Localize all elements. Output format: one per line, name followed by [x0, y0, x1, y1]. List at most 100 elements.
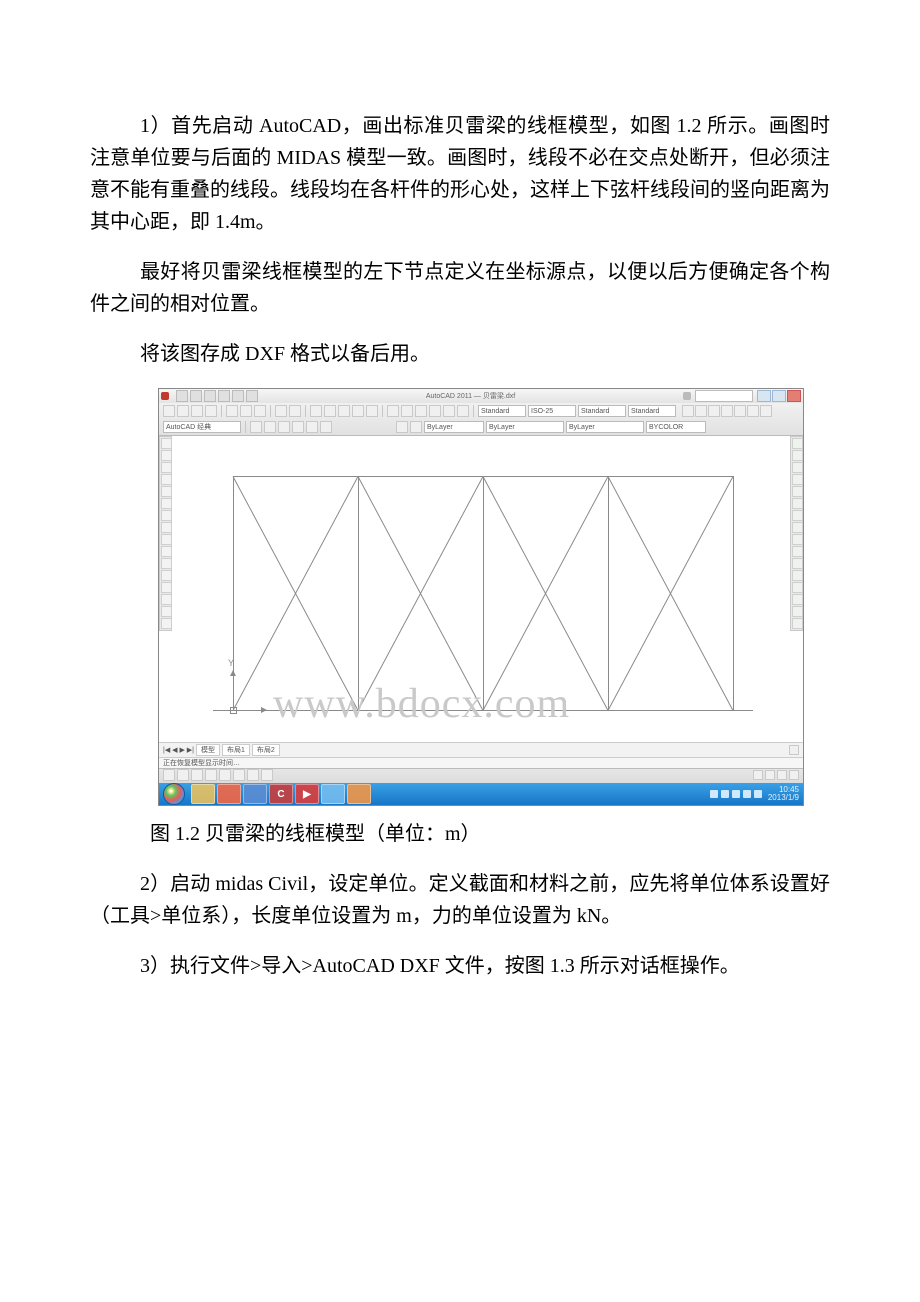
draw-line-icon[interactable] [161, 438, 172, 449]
qat-undo-icon[interactable] [218, 390, 230, 402]
tool-layers-icon[interactable] [387, 405, 399, 417]
tool-plot-icon[interactable] [205, 405, 217, 417]
tool-props-icon[interactable] [366, 405, 378, 417]
tool-save-icon[interactable] [191, 405, 203, 417]
layer-freeze-icon[interactable] [306, 421, 318, 433]
draw-hatch-icon[interactable] [161, 534, 172, 545]
draw-block-icon[interactable] [161, 582, 172, 593]
task-app-orange-icon[interactable] [347, 784, 371, 804]
mod-move-icon[interactable] [792, 498, 803, 509]
tool-paste-icon[interactable] [254, 405, 266, 417]
status-modelspace-icon[interactable] [753, 770, 763, 780]
mod-fillet-icon[interactable] [792, 594, 803, 605]
layer-state-icon[interactable] [278, 421, 290, 433]
status-polar-icon[interactable] [205, 769, 217, 781]
tool-cut-icon[interactable] [226, 405, 238, 417]
draw-ellipse-icon[interactable] [161, 510, 172, 521]
status-ortho-icon[interactable] [191, 769, 203, 781]
tool-redo-icon[interactable] [289, 405, 301, 417]
tool-hatch-icon[interactable] [443, 405, 455, 417]
ann-tool-1-icon[interactable] [682, 405, 694, 417]
taskbar-clock[interactable]: 10:45 2013/1/9 [768, 786, 799, 803]
qat-new-icon[interactable] [176, 390, 188, 402]
ann-tool-2-icon[interactable] [695, 405, 707, 417]
tool-zoom-icon[interactable] [324, 405, 336, 417]
infocenter-search[interactable] [695, 390, 753, 402]
mod-array-icon[interactable] [792, 486, 803, 497]
status-annoscale-icon[interactable] [765, 770, 775, 780]
mod-break-icon[interactable] [792, 570, 803, 581]
plotstyle-dropdown[interactable]: BYCOLOR [646, 421, 706, 433]
mod-explode-icon[interactable] [792, 618, 803, 629]
status-dyn-icon[interactable] [247, 769, 259, 781]
task-app-blue-icon[interactable] [321, 784, 345, 804]
layer-icon[interactable] [250, 421, 262, 433]
layer-lock-icon[interactable] [320, 421, 332, 433]
tab-layout1[interactable]: 布局1 [222, 744, 250, 756]
tab-model[interactable]: 模型 [196, 744, 220, 756]
text-style-dropdown[interactable]: Standard [478, 405, 526, 417]
mod-scale-icon[interactable] [792, 522, 803, 533]
dim-style-dropdown[interactable]: ISO-25 [528, 405, 576, 417]
status-snap-icon[interactable] [163, 769, 175, 781]
draw-table-icon[interactable] [161, 606, 172, 617]
task-firefox-icon[interactable] [217, 784, 241, 804]
tab-nav-buttons[interactable]: |◀ ◀ ▶ ▶| [163, 746, 194, 754]
tray-volume-icon[interactable] [732, 790, 740, 798]
tab-layout2[interactable]: 布局2 [252, 744, 280, 756]
status-otrack-icon[interactable] [233, 769, 245, 781]
draw-mline-icon[interactable] [161, 618, 172, 629]
tray-network-icon[interactable] [721, 790, 729, 798]
ann-tool-7-icon[interactable] [760, 405, 772, 417]
status-cleanscreen-icon[interactable] [789, 770, 799, 780]
tool-dim-icon[interactable] [401, 405, 413, 417]
status-lwt-icon[interactable] [261, 769, 273, 781]
color-swatch-icon[interactable] [396, 421, 408, 433]
ann-tool-6-icon[interactable] [747, 405, 759, 417]
tray-flag-icon[interactable] [743, 790, 751, 798]
draw-point-icon[interactable] [161, 546, 172, 557]
draw-polygon-icon[interactable] [161, 462, 172, 473]
qat-plot-icon[interactable] [246, 390, 258, 402]
tool-block-icon[interactable] [429, 405, 441, 417]
layer-prev-icon[interactable] [264, 421, 276, 433]
mod-extend-icon[interactable] [792, 558, 803, 569]
tool-zoom-extents-icon[interactable] [352, 405, 364, 417]
tool-pan-icon[interactable] [310, 405, 322, 417]
mod-copy-icon[interactable] [792, 450, 803, 461]
lineweight-dropdown[interactable]: ByLayer [566, 421, 644, 433]
command-line[interactable]: 正在恢复模型显示时间… [159, 757, 803, 768]
tool-text-icon[interactable] [415, 405, 427, 417]
mod-rotate-icon[interactable] [792, 510, 803, 521]
qat-redo-icon[interactable] [232, 390, 244, 402]
tool-copy-icon[interactable] [240, 405, 252, 417]
draw-arc-icon[interactable] [161, 486, 172, 497]
task-explorer-icon[interactable] [191, 784, 215, 804]
mod-erase-icon[interactable] [792, 438, 803, 449]
task-word-icon[interactable] [243, 784, 267, 804]
draw-rect-icon[interactable] [161, 474, 172, 485]
close-button[interactable] [787, 390, 801, 402]
tray-ime-icon[interactable] [710, 790, 718, 798]
draw-circle-icon[interactable] [161, 498, 172, 509]
start-button-icon[interactable] [163, 783, 185, 805]
workspace-dropdown[interactable]: AutoCAD 经典 [163, 421, 241, 433]
tool-undo-icon[interactable] [275, 405, 287, 417]
bylayer-icon[interactable] [410, 421, 422, 433]
style-dropdown-2[interactable]: Standard [578, 405, 626, 417]
draw-mtext-icon[interactable] [161, 570, 172, 581]
ann-tool-5-icon[interactable] [734, 405, 746, 417]
tool-open-icon[interactable] [177, 405, 189, 417]
snap-toggle-icon[interactable] [789, 745, 799, 755]
ann-tool-3-icon[interactable] [708, 405, 720, 417]
linetype-dropdown[interactable]: ByLayer [486, 421, 564, 433]
status-grid-icon[interactable] [177, 769, 189, 781]
status-workspace-icon[interactable] [777, 770, 787, 780]
tool-new-icon[interactable] [163, 405, 175, 417]
mod-join-icon[interactable] [792, 582, 803, 593]
model-canvas[interactable]: Y www.bdocx.com [173, 436, 789, 742]
ann-tool-4-icon[interactable] [721, 405, 733, 417]
mod-offset-icon[interactable] [792, 474, 803, 485]
mod-stretch-icon[interactable] [792, 534, 803, 545]
style-dropdown-3[interactable]: Standard [628, 405, 676, 417]
